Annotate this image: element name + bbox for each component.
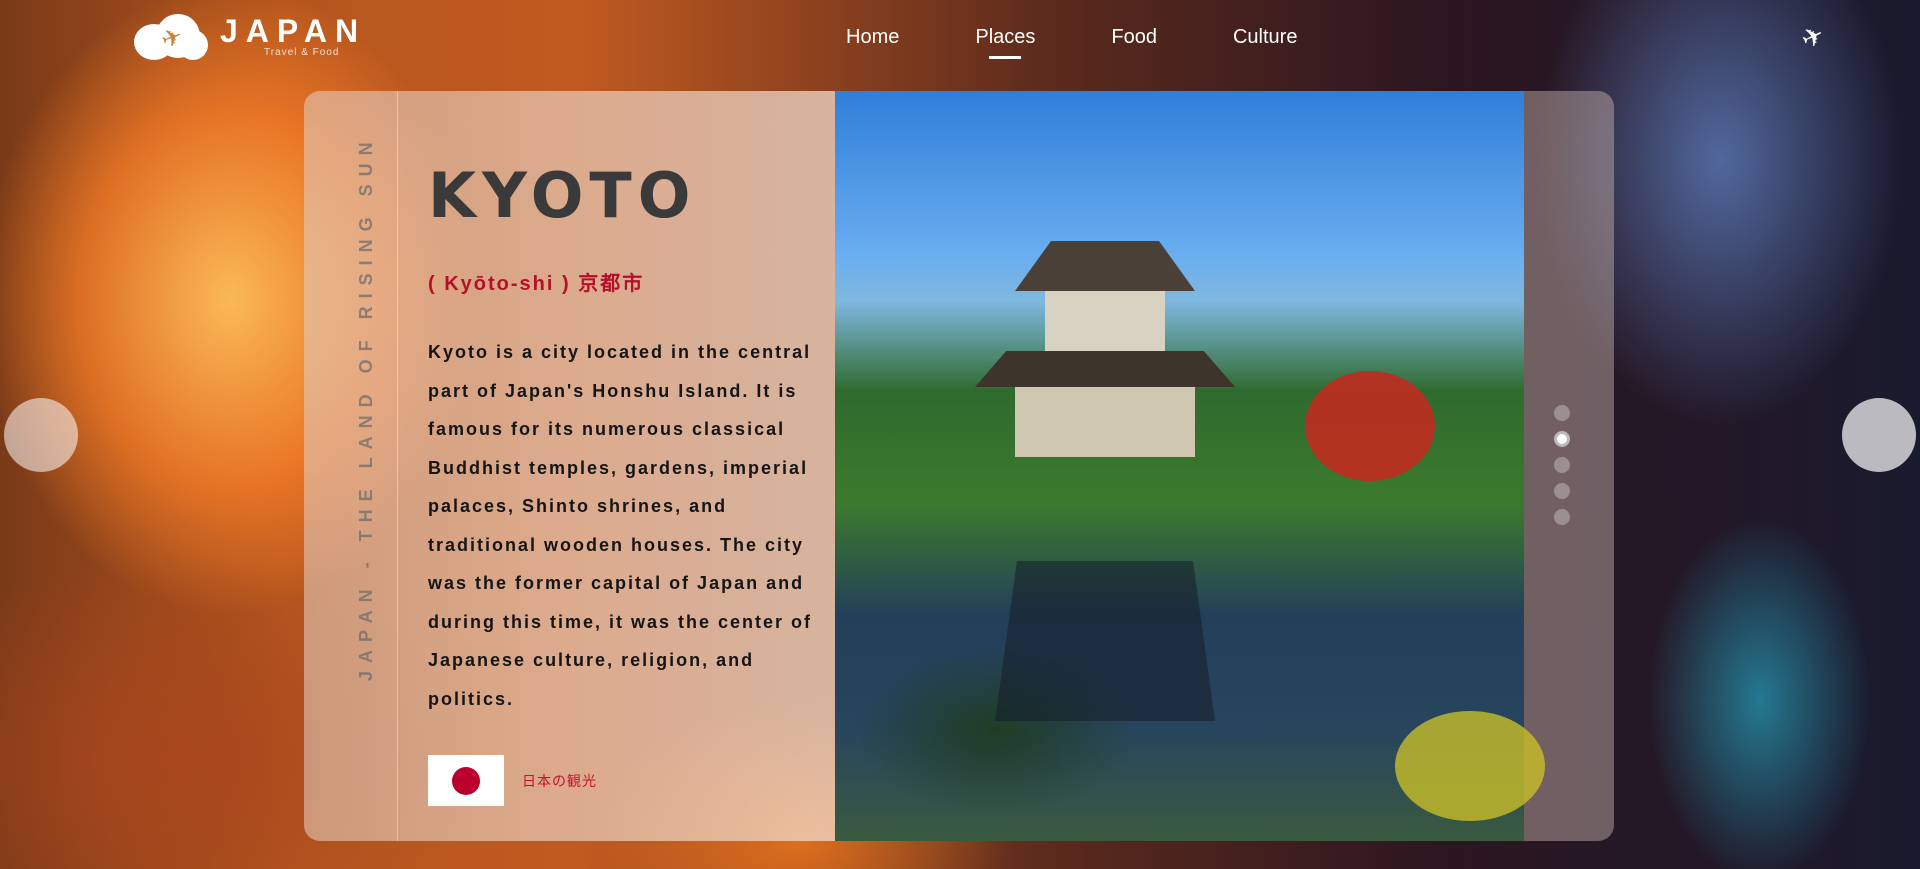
carousel-dots bbox=[1554, 405, 1570, 525]
divider bbox=[397, 91, 398, 841]
flag-label: 日本の観光 bbox=[522, 773, 597, 789]
city-romaji: ( Kyōto-shi ) 京都市 bbox=[428, 273, 645, 295]
logo-title: JAPAN bbox=[220, 12, 367, 49]
card-text-panel: JAPAN - THE LAND OF RISING SUN KYOTO ( K… bbox=[304, 91, 835, 841]
place-card: JAPAN - THE LAND OF RISING SUN KYOTO ( K… bbox=[304, 91, 1614, 841]
japan-flag-icon bbox=[428, 755, 504, 806]
site-logo[interactable]: ✈ JAPAN Travel & Food bbox=[134, 10, 366, 62]
kyoto-temple-photo bbox=[835, 91, 1545, 841]
carousel-dot[interactable] bbox=[1554, 509, 1570, 525]
next-slide-button[interactable] bbox=[1842, 398, 1916, 472]
prev-slide-button[interactable] bbox=[4, 398, 78, 472]
logo-subtitle: Travel & Food bbox=[264, 46, 340, 58]
carousel-dot-active[interactable] bbox=[1554, 431, 1570, 447]
city-description: Kyoto is a city located in the central p… bbox=[428, 342, 813, 709]
nav-culture[interactable]: Culture bbox=[1233, 26, 1297, 49]
carousel-dot[interactable] bbox=[1554, 483, 1570, 499]
nav-food[interactable]: Food bbox=[1111, 26, 1157, 49]
vertical-tagline: JAPAN - THE LAND OF RISING SUN bbox=[356, 134, 376, 681]
city-title: KYOTO bbox=[428, 159, 697, 232]
plane-cloud-logo-icon: ✈ bbox=[134, 10, 210, 62]
airplane-icon[interactable]: ✈ bbox=[1797, 19, 1830, 56]
logo-text: JAPAN Travel & Food bbox=[220, 15, 366, 58]
carousel-dot[interactable] bbox=[1554, 405, 1570, 421]
carousel-dot[interactable] bbox=[1554, 457, 1570, 473]
nav-home[interactable]: Home bbox=[846, 26, 899, 49]
nav-places[interactable]: Places bbox=[975, 26, 1035, 59]
main-nav: Home Places Food Culture bbox=[846, 26, 1373, 59]
